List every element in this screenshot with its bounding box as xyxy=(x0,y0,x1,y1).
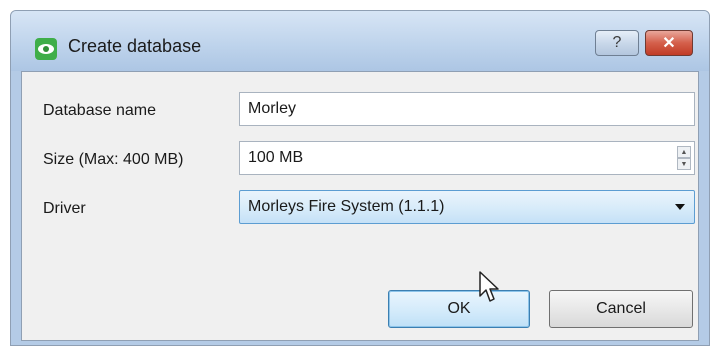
stepper-up-icon[interactable]: ▲ xyxy=(677,146,691,158)
database-name-value: Morley xyxy=(248,100,297,117)
ok-button[interactable]: OK xyxy=(388,290,530,328)
size-value: 100 MB xyxy=(248,149,304,166)
driver-select[interactable]: Morleys Fire System (1.1.1) xyxy=(239,190,695,224)
size-stepper[interactable]: ▲ ▼ xyxy=(677,146,691,170)
create-database-dialog: Create database ? ✕ Database name Morley… xyxy=(10,10,710,346)
title-bar[interactable]: Create database ? ✕ xyxy=(11,11,709,71)
window-title: Create database xyxy=(68,36,202,56)
mouse-pointer-icon xyxy=(479,271,499,302)
database-name-input[interactable]: Morley xyxy=(239,92,695,126)
database-name-label: Database name xyxy=(43,102,156,119)
eye-app-icon xyxy=(35,38,57,60)
size-spinbox[interactable]: 100 MB ▲ ▼ xyxy=(239,141,695,175)
stepper-down-icon[interactable]: ▼ xyxy=(677,158,691,170)
close-button[interactable]: ✕ xyxy=(645,30,693,56)
driver-value: Morleys Fire System (1.1.1) xyxy=(248,198,445,215)
help-button[interactable]: ? xyxy=(595,30,639,56)
close-icon: ✕ xyxy=(662,35,676,52)
help-icon: ? xyxy=(612,34,622,51)
dialog-body: Database name Morley Size (Max: 400 MB) … xyxy=(21,71,699,341)
chevron-down-icon[interactable] xyxy=(675,204,685,210)
size-label: Size (Max: 400 MB) xyxy=(43,151,184,168)
driver-label: Driver xyxy=(43,200,86,217)
cancel-button[interactable]: Cancel xyxy=(549,290,693,328)
